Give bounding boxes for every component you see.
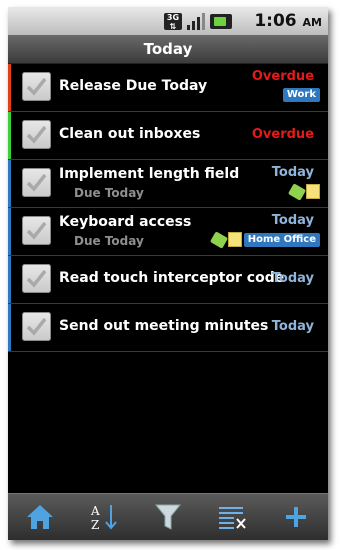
task-checkbox[interactable] — [22, 120, 51, 149]
task-row[interactable]: Keyboard access Due Today Today Home Office — [8, 208, 328, 256]
task-checkbox[interactable] — [22, 264, 51, 293]
task-status: Today — [271, 271, 314, 286]
filter-button[interactable] — [148, 500, 188, 534]
tag-icon — [287, 182, 307, 201]
context-badge: Home Office — [243, 232, 320, 247]
sort-az-icon: A Z — [90, 504, 117, 532]
task-title: Release Due Today — [59, 78, 208, 94]
phone-screen: 3G ⇅ 1:06 AM Today Release Due Today Overd… — [8, 7, 328, 540]
priority-stripe — [8, 64, 11, 111]
status-bar: 3G ⇅ 1:06 AM — [8, 7, 328, 35]
task-status: Overdue — [251, 69, 314, 84]
status-icons: 3G ⇅ — [164, 12, 232, 31]
task-checkbox[interactable] — [22, 312, 51, 341]
clear-completed-icon — [219, 507, 246, 529]
priority-stripe — [8, 160, 11, 207]
checkmark-icon — [26, 317, 47, 336]
battery-icon — [210, 13, 232, 29]
task-row[interactable]: Implement length field Due Today Today — [8, 160, 328, 208]
svg-text:A: A — [90, 504, 100, 518]
checkmark-icon — [26, 77, 47, 96]
add-icon — [286, 507, 306, 527]
context-badge: Work — [282, 88, 320, 102]
clock-ampm: AM — [302, 16, 322, 29]
task-title: Clean out inboxes — [59, 126, 201, 142]
priority-stripe — [8, 208, 11, 255]
task-status: Overdue — [251, 127, 314, 142]
task-tags — [287, 182, 320, 201]
clock-time: 1:06 — [254, 11, 297, 31]
tag-icon — [209, 230, 228, 249]
task-row[interactable]: Read touch interceptor code Today — [8, 256, 328, 304]
task-status: Today — [271, 165, 314, 180]
add-task-button[interactable] — [276, 500, 316, 534]
checkmark-icon — [26, 269, 47, 288]
task-title: Send out meeting minutes — [59, 318, 269, 334]
checkmark-icon — [26, 173, 47, 192]
task-checkbox[interactable] — [22, 72, 51, 101]
task-tags: Work — [282, 88, 320, 102]
task-status: Today — [271, 319, 314, 334]
sort-button[interactable]: A Z — [84, 500, 124, 534]
clock: 1:06 AM — [254, 11, 322, 31]
task-status: Today — [271, 213, 314, 228]
priority-stripe — [8, 112, 11, 159]
task-row[interactable]: Clean out inboxes Overdue — [8, 112, 328, 160]
task-due-label: Due Today — [74, 186, 144, 200]
note-icon — [227, 232, 242, 247]
home-icon — [27, 505, 53, 529]
task-title: Keyboard access — [59, 214, 192, 230]
task-list: Release Due Today Overdue Work Clean out in… — [8, 64, 328, 352]
clear-completed-button[interactable] — [212, 500, 252, 534]
task-title: Implement length field — [59, 166, 240, 182]
checkmark-icon — [26, 221, 47, 240]
note-icon — [306, 184, 320, 199]
priority-stripe — [8, 304, 11, 351]
filter-icon — [154, 504, 182, 530]
bottom-toolbar: A Z — [8, 493, 328, 540]
task-row[interactable]: Release Due Today Overdue Work — [8, 64, 328, 112]
svg-text:Z: Z — [91, 518, 99, 532]
page-title: Today — [8, 35, 328, 64]
task-tags: Home Office — [209, 230, 320, 249]
task-checkbox[interactable] — [22, 216, 51, 245]
task-due-label: Due Today — [74, 234, 144, 248]
network-3g-icon: 3G ⇅ — [164, 12, 182, 31]
home-button[interactable] — [20, 500, 60, 534]
checkmark-icon — [26, 125, 47, 144]
task-title: Read touch interceptor code — [59, 270, 285, 286]
task-checkbox[interactable] — [22, 168, 51, 197]
priority-stripe — [8, 256, 11, 303]
task-row[interactable]: Send out meeting minutes Today — [8, 304, 328, 352]
signal-icon — [187, 12, 205, 30]
